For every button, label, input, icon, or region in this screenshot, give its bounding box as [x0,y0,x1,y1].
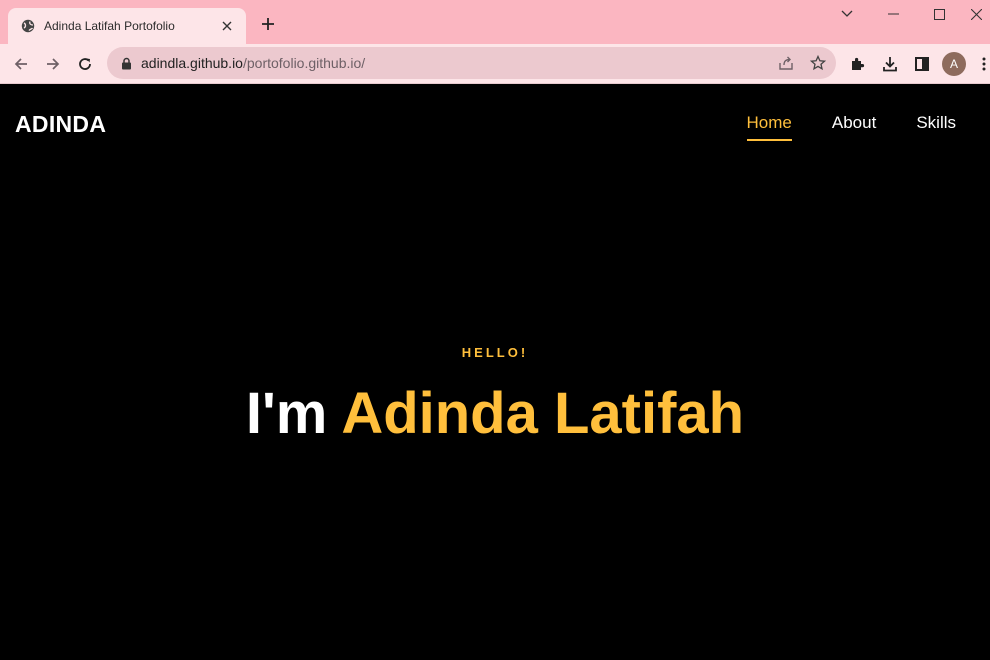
reload-icon[interactable] [71,50,99,78]
forward-arrow-icon[interactable] [39,50,67,78]
nav-skills[interactable]: Skills [916,113,956,141]
lock-icon[interactable] [119,56,133,70]
browser-toolbar: adindla.github.io/portofolio.github.io/ … [0,44,990,84]
more-menu-icon[interactable] [978,52,990,76]
share-icon[interactable] [774,51,798,75]
site-nav: Home About Skills [746,113,956,141]
headline-name: Adinda Latifah [341,381,745,446]
minimize-button[interactable] [870,0,916,28]
profile-avatar[interactable]: A [942,52,966,76]
tab-title: Adinda Latifah Portofolio [44,19,175,33]
bookmark-star-icon[interactable] [806,51,830,75]
window-close-button[interactable] [962,0,990,28]
side-panel-icon[interactable] [910,52,934,76]
extensions-puzzle-icon[interactable] [846,52,870,76]
browser-tab[interactable]: Adinda Latifah Portofolio [8,8,246,44]
download-icon[interactable] [878,52,902,76]
nav-home[interactable]: Home [746,113,792,141]
portfolio-page: ADINDA Home About Skills HELLO! I'm Adin… [0,84,990,660]
url-text[interactable]: adindla.github.io/portofolio.github.io/ [141,55,365,71]
nav-about[interactable]: About [832,113,876,141]
close-tab-icon[interactable] [218,17,236,35]
back-arrow-icon[interactable] [7,50,35,78]
new-tab-button[interactable] [256,12,280,36]
headline-prefix: I'm [245,381,342,446]
url-path: /portofolio.github.io/ [242,55,366,71]
url-host: adindla.github.io [141,55,243,71]
hero-headline: I'm Adinda Latifah [0,380,990,447]
address-bar[interactable]: adindla.github.io/portofolio.github.io/ [107,47,836,79]
globe-icon [20,18,36,34]
browser-titlebar: Adinda Latifah Portofolio [0,0,990,44]
hero-greeting: HELLO! [461,345,529,360]
site-logo[interactable]: ADINDA [15,111,106,138]
maximize-button[interactable] [916,0,962,28]
chevron-down-icon[interactable] [824,0,870,28]
